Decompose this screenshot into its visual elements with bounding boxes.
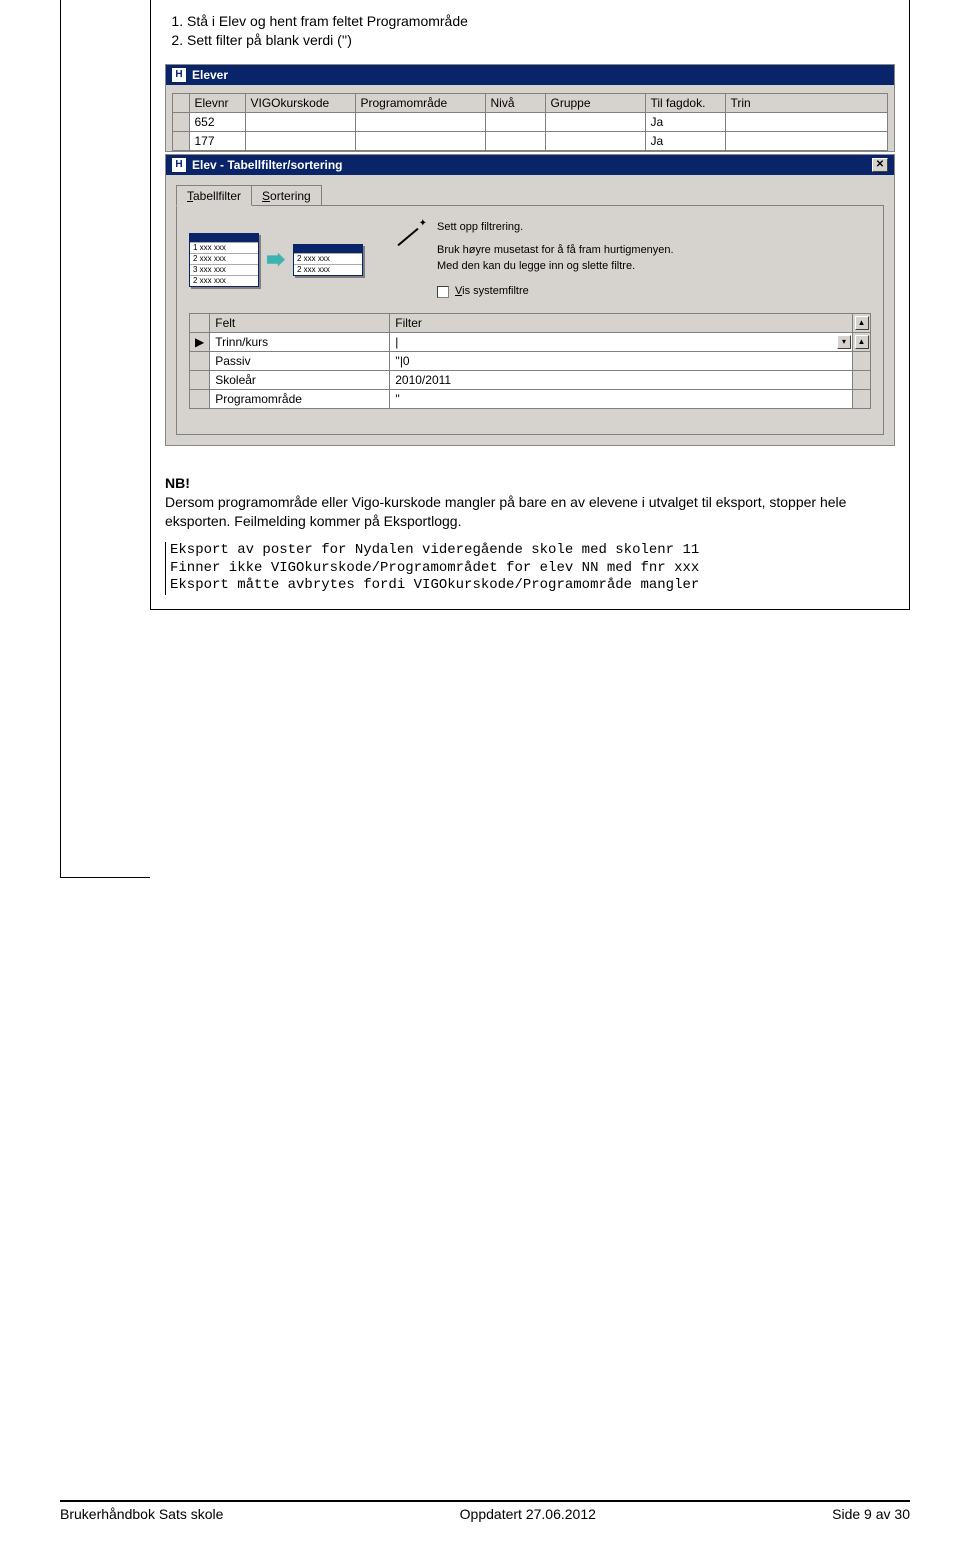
table-row[interactable]: Passiv ''|0 [190, 352, 871, 371]
instruction-item-1: Stå i Elev og hent fram feltet Programom… [187, 12, 895, 31]
footer-left: Brukerhåndbok Sats skole [60, 1506, 223, 1522]
cell-felt: Skoleår [210, 371, 390, 390]
cell-tilfagdok: Ja [645, 131, 725, 150]
cell-filter[interactable]: |▾ [390, 333, 853, 352]
cell-felt: Passiv [210, 352, 390, 371]
instruction-item-2: Sett filter på blank verdi ('') [187, 31, 895, 50]
row-marker: ▶ [190, 333, 210, 352]
tab-page: 1 xxx xxx 2 xxx xxx 3 xxx xxx 2 xxx xxx … [176, 205, 884, 435]
table-row[interactable]: Skoleår 2010/2011 [190, 371, 871, 390]
nb-text: Dersom programområde eller Vigo-kurskode… [165, 494, 846, 529]
col-filter[interactable]: Filter [390, 314, 853, 333]
table-row[interactable]: Programområde '' [190, 390, 871, 409]
col-gruppe[interactable]: Gruppe [545, 94, 645, 113]
close-button[interactable]: ✕ [872, 158, 888, 172]
table-row[interactable]: ▶ Trinn/kurs |▾ ▲ [190, 333, 871, 352]
col-trinn[interactable]: Trin [725, 94, 888, 113]
content-cell: Stå i Elev og hent fram feltet Programom… [150, 0, 910, 610]
instruction-list: Stå i Elev og hent fram feltet Programom… [165, 12, 895, 50]
col-niva[interactable]: Nivå [485, 94, 545, 113]
row-header-corner [173, 94, 189, 113]
page-footer: Brukerhåndbok Sats skole Oppdatert 27.06… [60, 1500, 910, 1522]
cell-tilfagdok: Ja [645, 112, 725, 131]
cell-filter[interactable]: '' [390, 390, 853, 409]
log-line-3: Eksport måtte avbrytes fordi VIGOkurskod… [170, 577, 895, 595]
cell-elevnr: 652 [189, 112, 245, 131]
elever-titlebar: H Elever [166, 65, 894, 85]
cell-elevnr: 177 [189, 131, 245, 150]
app-icon: H [172, 68, 186, 82]
cell-filter[interactable]: ''|0 [390, 352, 853, 371]
cell-felt: Trinn/kurs [210, 333, 390, 352]
export-log: Eksport av poster for Nydalen videregåen… [165, 542, 895, 595]
info-line2: Bruk høyre musetast for å få fram hurtig… [437, 243, 674, 258]
footer-right: Side 9 av 30 [832, 1506, 910, 1522]
col-tilfagdok[interactable]: Til fagdok. [645, 94, 725, 113]
filter-dialog: H Elev - Tabellfilter/sortering ✕ Tabell… [165, 154, 895, 446]
filter-criteria-grid: Felt Filter ▲ ▶ Trinn/kurs |▾ ▲ Pas [189, 313, 871, 409]
app-icon: H [172, 158, 186, 172]
elever-grid: Elevnr VIGOkurskode Programområde Nivå G… [172, 93, 888, 151]
mini-window-left: 1 xxx xxx 2 xxx xxx 3 xxx xxx 2 xxx xxx [189, 233, 259, 287]
dropdown-button[interactable]: ▾ [837, 335, 851, 349]
footer-center: Oppdatert 27.06.2012 [460, 1506, 596, 1522]
mini-window-right: 2 xxx xxx 2 xxx xxx [293, 244, 363, 276]
nb-note: NB! Dersom programområde eller Vigo-kurs… [165, 474, 895, 531]
filter-illustration: 1 xxx xxx 2 xxx xxx 3 xxx xxx 2 xxx xxx … [189, 220, 363, 300]
tab-tabellfilter[interactable]: Tabellfilter [176, 185, 252, 206]
elever-title: Elever [192, 68, 228, 82]
filter-titlebar: H Elev - Tabellfilter/sortering ✕ [166, 155, 894, 175]
scroll-up-button[interactable]: ▲ [855, 335, 869, 349]
nb-label: NB! [165, 475, 190, 491]
table-row[interactable]: 177 Ja [173, 131, 888, 150]
arrow-icon [267, 253, 285, 267]
filter-grid-header: Felt Filter ▲ [190, 314, 871, 333]
footer-rule [60, 1500, 910, 1502]
cell-filter[interactable]: 2010/2011 [390, 371, 853, 390]
info-line3: Med den kan du legge inn og slette filtr… [437, 259, 674, 274]
scroll-up-button[interactable]: ▲ [855, 316, 869, 330]
row-header [173, 112, 189, 131]
left-cell-border [60, 0, 150, 878]
log-line-1: Eksport av poster for Nydalen videregåen… [170, 542, 895, 560]
tab-sortering[interactable]: Sortering [251, 185, 322, 205]
filter-dialog-title: Elev - Tabellfilter/sortering [192, 158, 342, 172]
table-row[interactable]: 652 Ja [173, 112, 888, 131]
tabstrip: Tabellfilter Sortering [176, 185, 884, 205]
log-line-2: Finner ikke VIGOkurskode/Programområdet … [170, 560, 895, 578]
info-line1: Sett opp filtrering. [437, 220, 674, 235]
elever-window: H Elever Elevnr VIGOkurskode Programområ… [165, 64, 895, 152]
checkbox-label: Vis systemfiltre [455, 284, 529, 299]
cell-felt: Programområde [210, 390, 390, 409]
col-programomrade[interactable]: Programområde [355, 94, 485, 113]
col-vigokurskode[interactable]: VIGOkurskode [245, 94, 355, 113]
wand-icon [393, 220, 427, 250]
col-felt[interactable]: Felt [210, 314, 390, 333]
row-header [173, 131, 189, 150]
col-elevnr[interactable]: Elevnr [189, 94, 245, 113]
info-text: Sett opp filtrering. Bruk høyre musetast… [393, 220, 674, 300]
checkbox-vis-systemfiltre[interactable] [437, 286, 449, 298]
elever-grid-header: Elevnr VIGOkurskode Programområde Nivå G… [173, 94, 888, 113]
